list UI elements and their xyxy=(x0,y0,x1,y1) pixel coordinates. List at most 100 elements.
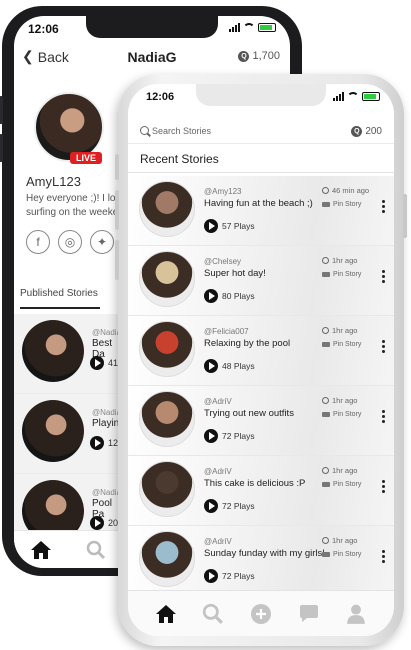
story-plays: 48 Plays xyxy=(222,361,255,371)
play-icon[interactable] xyxy=(90,436,104,450)
story-time-text: 1hr ago xyxy=(332,256,358,265)
story-type: Pin Story xyxy=(322,341,361,348)
search-icon[interactable] xyxy=(202,603,224,625)
story-avatar[interactable] xyxy=(139,251,195,307)
story-avatar[interactable] xyxy=(139,461,195,517)
play-icon[interactable] xyxy=(204,569,218,583)
battery-icon xyxy=(362,92,380,101)
pin-icon xyxy=(322,342,330,347)
list-item[interactable]: @Nadia Playing 12 xyxy=(14,394,125,474)
story-title: Trying out new outfits xyxy=(204,408,294,419)
more-options-icon[interactable] xyxy=(382,340,386,353)
story-type-text: Pin Story xyxy=(333,551,362,558)
search-input[interactable]: Search Stories xyxy=(152,126,211,136)
divider xyxy=(128,172,394,173)
story-user: @Nadia xyxy=(92,328,122,337)
story-time: 46 min ago xyxy=(322,186,369,195)
story-row[interactable]: @Felicia007 Relaxing by the pool 48 Plays 1… xyxy=(128,316,394,386)
more-options-icon[interactable] xyxy=(382,200,386,213)
profile-icon[interactable] xyxy=(345,603,367,625)
twitter-icon[interactable]: ✦ xyxy=(90,230,114,254)
story-plays: 41 xyxy=(108,358,119,368)
story-avatar[interactable] xyxy=(139,181,195,237)
story-title: Relaxing by the pool xyxy=(204,338,291,349)
list-item[interactable]: @Nadia Best Da 41 xyxy=(14,314,124,394)
instagram-icon[interactable]: ◎ xyxy=(58,230,82,254)
published-story-list: @Nadia Best Da 41 @Nadia Playing 12 @Nad… xyxy=(14,314,125,554)
volume-button xyxy=(0,96,3,124)
story-title: This cake is delicious :P xyxy=(204,478,306,489)
home-icon[interactable] xyxy=(30,540,52,560)
search-icon[interactable] xyxy=(86,540,106,560)
search-bar[interactable]: Search Stories Q 200 xyxy=(128,122,394,144)
more-options-icon[interactable] xyxy=(382,550,386,563)
signal-icon xyxy=(229,23,240,32)
story-title: Sunday funday with my girls! xyxy=(204,548,325,559)
story-time: 1hr ago xyxy=(322,326,357,335)
story-user: @Felicia007 xyxy=(204,327,249,336)
story-row[interactable]: @AdriV Trying out new outfits 72 Plays 1hr … xyxy=(128,386,394,456)
pin-icon xyxy=(322,552,330,557)
bottom-nav xyxy=(128,590,394,636)
play-icon[interactable] xyxy=(204,359,218,373)
coin-balance: Q 200 xyxy=(351,126,382,137)
play-icon[interactable] xyxy=(90,356,104,370)
tab-published-stories[interactable]: Published Stories xyxy=(20,288,100,309)
social-links: f ◎ ✦ xyxy=(26,230,114,254)
story-time-text: 46 min ago xyxy=(332,186,370,195)
play-icon[interactable] xyxy=(90,516,104,530)
story-row[interactable]: @AdriV Sunday funday with my girls! 72 Pla… xyxy=(128,526,394,596)
story-type: Pin Story xyxy=(322,201,361,208)
add-icon[interactable] xyxy=(250,603,272,625)
clock-icon xyxy=(322,537,329,544)
story-time: 1hr ago xyxy=(322,396,357,405)
section-title: Recent Stories xyxy=(140,152,219,166)
story-row[interactable]: @Amy123 Having fun at the beach ;) 57 Play… xyxy=(128,176,394,246)
story-time-text: 1hr ago xyxy=(332,396,358,405)
story-plays: 72 Plays xyxy=(222,431,255,441)
story-avatar[interactable] xyxy=(139,321,195,377)
search-icon xyxy=(140,126,149,135)
coin-icon: Q xyxy=(351,126,363,137)
story-type-text: Pin Story xyxy=(333,341,362,348)
status-icons xyxy=(333,92,380,101)
story-title: Super hot day! xyxy=(204,268,266,279)
chat-icon[interactable] xyxy=(298,603,320,625)
clock-icon xyxy=(322,397,329,404)
status-time: 12:06 xyxy=(28,22,59,36)
clock-icon xyxy=(322,257,329,264)
story-plays: 72 Plays xyxy=(222,571,255,581)
play-icon[interactable] xyxy=(204,219,218,233)
wifi-icon xyxy=(347,92,359,101)
story-user: @Nadia xyxy=(92,488,122,497)
status-icons xyxy=(229,23,276,32)
story-user: @Nadia xyxy=(92,408,122,417)
home-icon[interactable] xyxy=(155,603,177,625)
notch xyxy=(196,84,326,106)
story-type: Pin Story xyxy=(322,271,361,278)
volume-button xyxy=(115,154,119,180)
story-row[interactable]: @AdriV This cake is delicious :P 72 Plays 1… xyxy=(128,456,394,526)
more-options-icon[interactable] xyxy=(382,480,386,493)
play-icon[interactable] xyxy=(204,289,218,303)
play-icon[interactable] xyxy=(204,429,218,443)
story-avatar[interactable] xyxy=(139,391,195,447)
story-list: @Amy123 Having fun at the beach ;) 57 Play… xyxy=(128,176,394,596)
story-row[interactable]: @Chelsey Super hot day! 80 Plays 1hr ago Pin… xyxy=(128,246,394,316)
battery-icon xyxy=(258,23,276,32)
story-time-text: 1hr ago xyxy=(332,536,358,545)
story-type: Pin Story xyxy=(322,481,361,488)
clock-icon xyxy=(322,327,329,334)
more-options-icon[interactable] xyxy=(382,410,386,423)
story-avatar[interactable] xyxy=(139,531,195,587)
more-options-icon[interactable] xyxy=(382,270,386,283)
pin-icon xyxy=(322,482,330,487)
play-icon[interactable] xyxy=(204,499,218,513)
story-plays: 20 xyxy=(108,518,119,528)
story-user: @AdriV xyxy=(204,397,232,406)
story-plays: 72 Plays xyxy=(222,501,255,511)
story-time: 1hr ago xyxy=(322,256,357,265)
volume-button xyxy=(115,240,119,280)
facebook-icon[interactable]: f xyxy=(26,230,50,254)
pin-icon xyxy=(322,412,330,417)
